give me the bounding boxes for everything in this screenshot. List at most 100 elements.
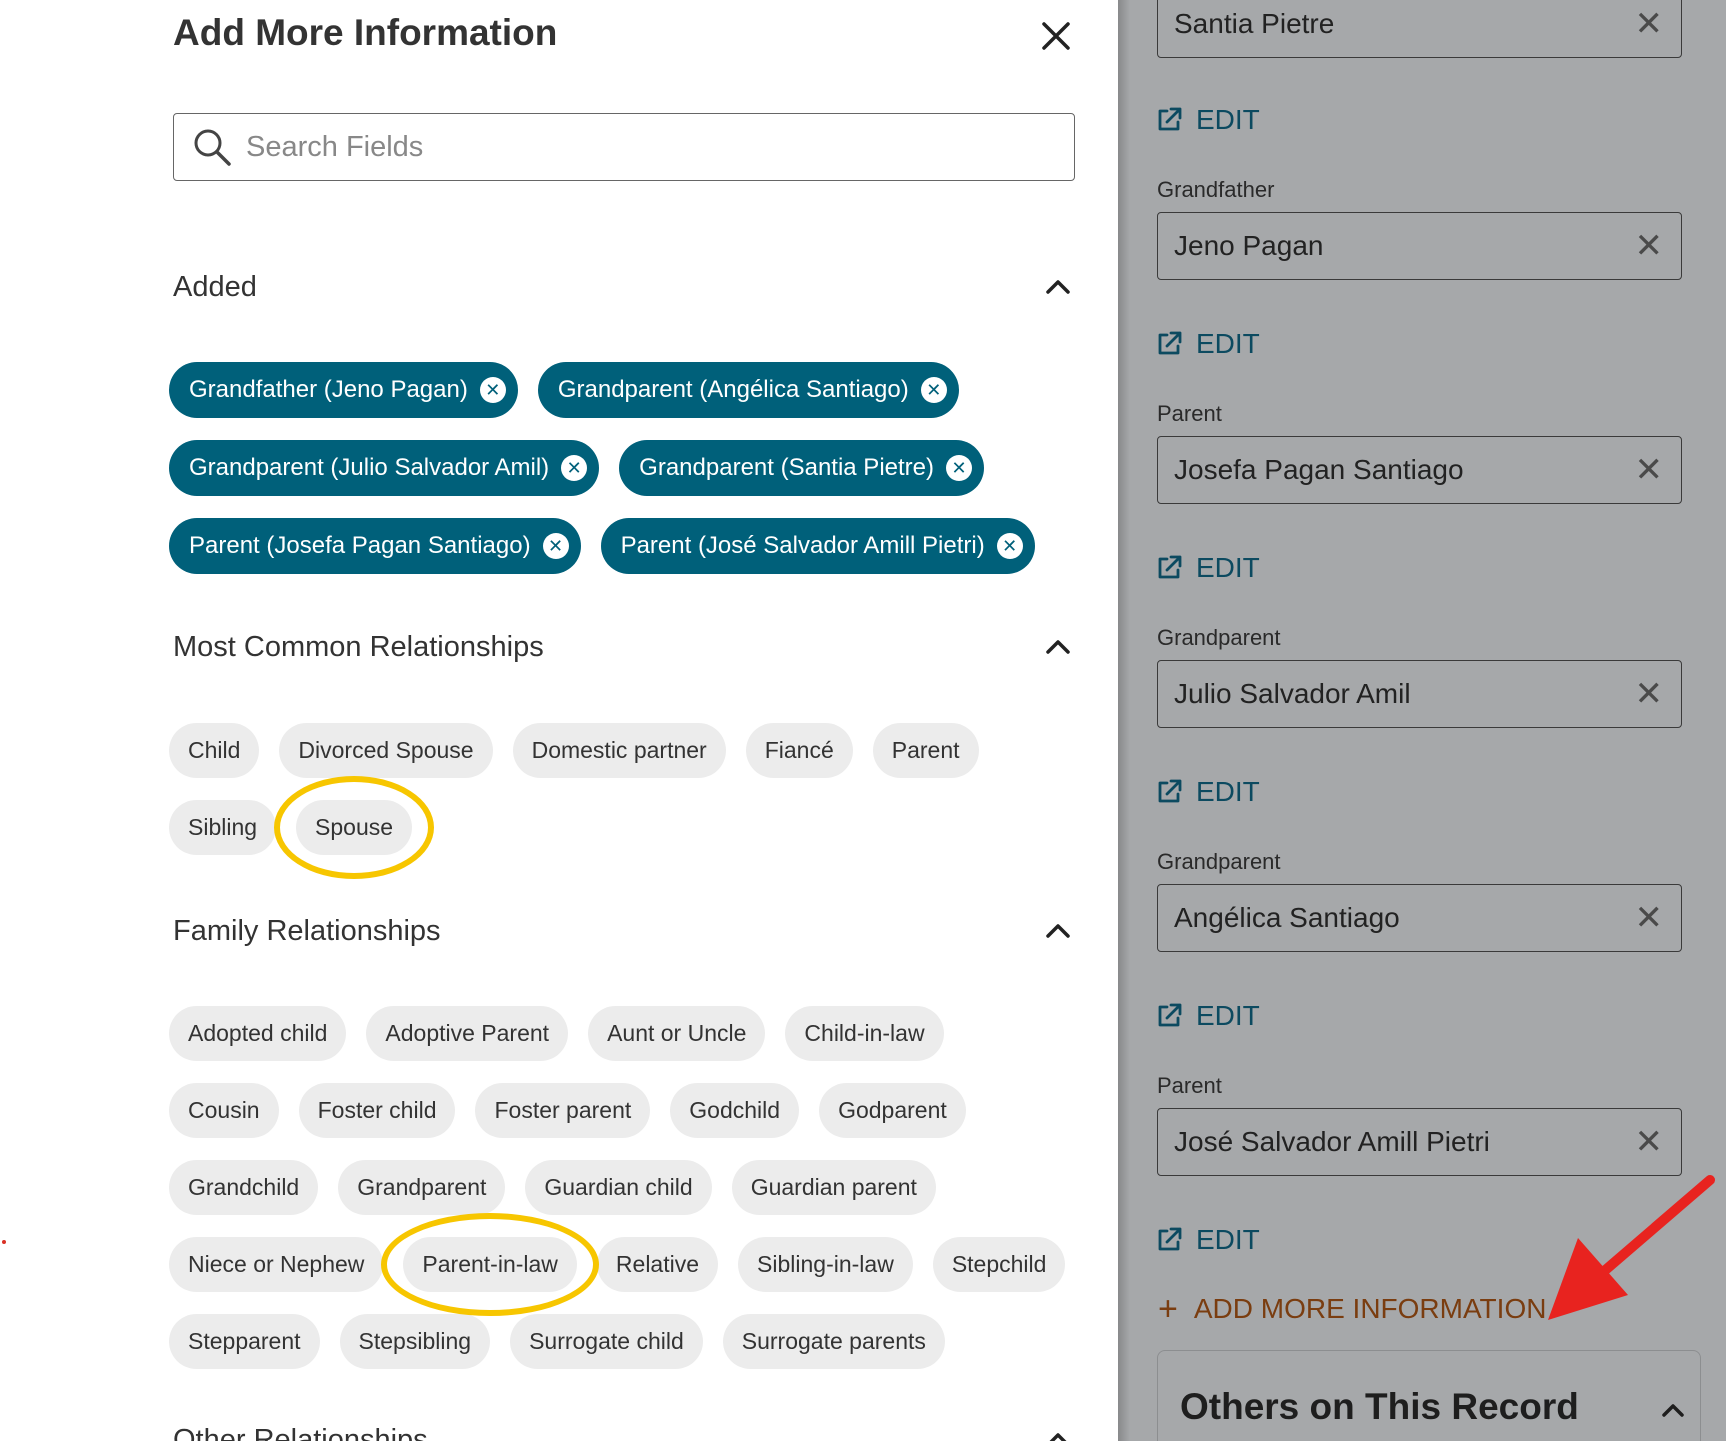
- added-chip[interactable]: Grandparent (Santia Pietre) ✕: [619, 440, 984, 496]
- chevron-up-icon[interactable]: [1041, 1423, 1075, 1441]
- drawer-title: Add More Information: [173, 12, 558, 53]
- chevron-up-icon[interactable]: [1041, 270, 1075, 304]
- section-header-added[interactable]: Added: [173, 262, 1075, 312]
- relationship-chip[interactable]: Child-in-law: [785, 1006, 944, 1061]
- edit-link[interactable]: EDIT: [1154, 776, 1260, 808]
- remove-icon[interactable]: ✕: [996, 533, 1023, 559]
- search-field-container: [173, 113, 1075, 181]
- relationship-chip[interactable]: Grandchild: [169, 1160, 319, 1215]
- remove-icon[interactable]: ✕: [561, 455, 588, 481]
- field-value: Jeno Pagan: [1174, 230, 1324, 261]
- relationship-chip[interactable]: Foster parent: [475, 1083, 651, 1138]
- clear-icon[interactable]: ✕: [1635, 229, 1664, 263]
- relationship-chip-spouse[interactable]: Spouse: [296, 800, 413, 855]
- added-chip[interactable]: Parent (Josefa Pagan Santiago) ✕: [169, 518, 581, 574]
- field-label: Parent: [1157, 1073, 1222, 1098]
- remove-icon[interactable]: ✕: [542, 533, 569, 559]
- relationship-field[interactable]: Angélica Santiago ✕: [1157, 884, 1682, 952]
- relationship-chip[interactable]: Surrogate parents: [722, 1314, 945, 1369]
- chevron-up-icon[interactable]: [1041, 914, 1075, 948]
- relationship-chip[interactable]: Sibling: [169, 800, 277, 855]
- external-link-icon: [1158, 1227, 1182, 1251]
- relationship-chip[interactable]: Fiancé: [745, 723, 853, 778]
- relationship-chip[interactable]: Godchild: [670, 1083, 800, 1138]
- remove-icon[interactable]: ✕: [946, 455, 972, 481]
- relationship-chip[interactable]: Child: [169, 723, 260, 778]
- relationship-chip[interactable]: Aunt or Uncle: [588, 1006, 766, 1061]
- section-header-most-common[interactable]: Most Common Relationships: [173, 622, 1075, 672]
- edit-label: EDIT: [1196, 552, 1260, 583]
- added-chip[interactable]: Grandparent (Angélica Santiago) ✕: [537, 362, 959, 418]
- close-icon: [1042, 22, 1070, 50]
- chevron-up-icon[interactable]: [1658, 1395, 1688, 1425]
- field-value: Julio Salvador Amil: [1174, 678, 1411, 709]
- relationship-field[interactable]: Jeno Pagan ✕: [1157, 212, 1682, 280]
- chip-label: Grandparent (Julio Salvador Amil): [189, 454, 550, 481]
- added-chip[interactable]: Grandfather (Jeno Pagan) ✕: [169, 362, 518, 418]
- external-link-icon: [1158, 555, 1182, 579]
- relationship-chip-parent-in-law[interactable]: Parent-in-law: [403, 1237, 577, 1292]
- clear-icon[interactable]: ✕: [1635, 901, 1664, 935]
- edit-link[interactable]: EDIT: [1154, 1224, 1260, 1256]
- relationship-chip[interactable]: Godparent: [819, 1083, 966, 1138]
- section-label: Family Relationships: [173, 914, 441, 947]
- field-value: Angélica Santiago: [1174, 902, 1400, 933]
- relationship-field[interactable]: Josefa Pagan Santiago ✕: [1157, 436, 1682, 504]
- section-header-other[interactable]: Other Relationships: [173, 1415, 1075, 1441]
- relationship-chip[interactable]: Divorced Spouse: [279, 723, 493, 778]
- edit-link[interactable]: EDIT: [1154, 1000, 1260, 1032]
- field-value: José Salvador Amill Pietri: [1174, 1126, 1490, 1157]
- external-link-icon: [1158, 107, 1182, 131]
- relationship-field[interactable]: Santia Pietre ✕: [1157, 0, 1682, 58]
- remove-icon[interactable]: ✕: [479, 377, 506, 403]
- record-edit-panel: Santia Pietre ✕ EDIT Grandfather Jeno Pa…: [1118, 0, 1726, 1441]
- stray-dot: [2, 1240, 6, 1244]
- others-title: Others on This Record: [1180, 1386, 1579, 1427]
- added-chip[interactable]: Grandparent (Julio Salvador Amil) ✕: [169, 440, 600, 496]
- field-value: Santia Pietre: [1174, 8, 1335, 39]
- remove-icon[interactable]: ✕: [920, 377, 947, 403]
- edit-link[interactable]: EDIT: [1154, 104, 1260, 136]
- section-header-family[interactable]: Family Relationships: [173, 906, 1075, 956]
- external-link-icon: [1158, 331, 1182, 355]
- clear-icon[interactable]: ✕: [1635, 677, 1664, 711]
- external-link-icon: [1158, 779, 1182, 803]
- close-button[interactable]: [1036, 16, 1076, 56]
- edit-link[interactable]: EDIT: [1154, 328, 1260, 360]
- relationship-chip[interactable]: Adoptive Parent: [366, 1006, 569, 1061]
- chip-label: Grandparent (Angélica Santiago): [557, 376, 909, 403]
- section-label: Most Common Relationships: [173, 630, 544, 663]
- relationship-chip[interactable]: Parent: [872, 723, 979, 778]
- field-label: Grandfather: [1157, 177, 1275, 202]
- relationship-chip[interactable]: Foster child: [298, 1083, 456, 1138]
- added-chips: Grandfather (Jeno Pagan) ✕ Grandparent (A…: [169, 362, 1089, 596]
- relationship-chip[interactable]: Domestic partner: [512, 723, 726, 778]
- clear-icon[interactable]: ✕: [1635, 7, 1664, 41]
- drawer-shadow: [1118, 0, 1130, 1441]
- relationship-chip[interactable]: Stepsibling: [339, 1314, 491, 1369]
- relationship-chip[interactable]: Niece or Nephew: [169, 1237, 384, 1292]
- chevron-up-icon[interactable]: [1041, 630, 1075, 664]
- chip-label: Parent (Josefa Pagan Santiago): [189, 532, 531, 559]
- relationship-chip[interactable]: Guardian parent: [731, 1160, 936, 1215]
- relationship-chip[interactable]: Surrogate child: [510, 1314, 703, 1369]
- relationship-chip[interactable]: Sibling-in-law: [738, 1237, 913, 1292]
- relationship-chip[interactable]: Guardian child: [525, 1160, 712, 1215]
- clear-icon[interactable]: ✕: [1635, 453, 1664, 487]
- relationship-chip[interactable]: Adopted child: [169, 1006, 347, 1061]
- relationship-chip[interactable]: Stepchild: [932, 1237, 1066, 1292]
- search-icon: [194, 129, 231, 166]
- clear-icon[interactable]: ✕: [1635, 1125, 1664, 1159]
- relationship-chip[interactable]: Stepparent: [169, 1314, 320, 1369]
- added-chip[interactable]: Parent (José Salvador Amill Pietri) ✕: [600, 518, 1035, 574]
- relationship-chip[interactable]: Cousin: [169, 1083, 279, 1138]
- edit-link[interactable]: EDIT: [1154, 552, 1260, 584]
- relationship-field[interactable]: Julio Salvador Amil ✕: [1157, 660, 1682, 728]
- add-more-information-button[interactable]: + ADD MORE INFORMATION: [1158, 1292, 1546, 1326]
- relationship-chip[interactable]: Grandparent: [338, 1160, 506, 1215]
- field-label: Grandparent: [1157, 849, 1281, 874]
- relationship-chip[interactable]: Relative: [596, 1237, 719, 1292]
- chip-label: Grandparent (Santia Pietre): [639, 454, 934, 481]
- search-input[interactable]: [244, 129, 1074, 165]
- relationship-field[interactable]: José Salvador Amill Pietri ✕: [1157, 1108, 1682, 1176]
